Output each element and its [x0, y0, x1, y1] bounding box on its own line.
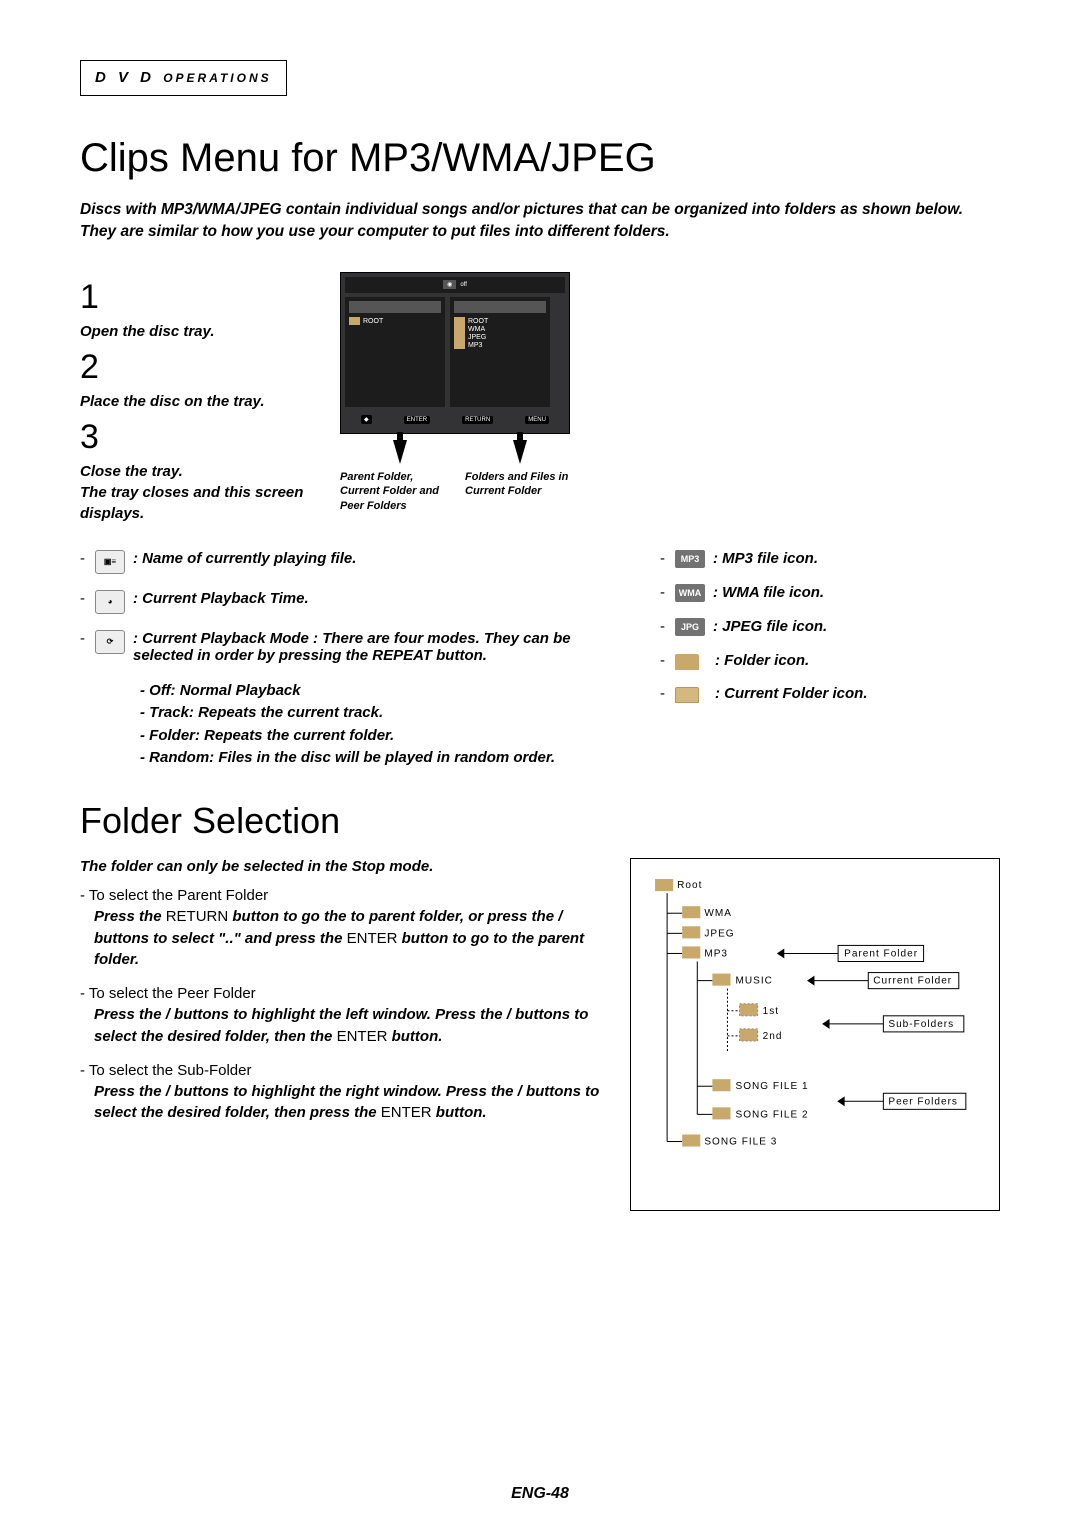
section-title-folder-selection: Folder Selection [80, 800, 1000, 842]
jpg-icon: JPG [675, 618, 705, 636]
legend-playback-mode: - ⟳ : Current Playback Mode : There are … [80, 630, 610, 664]
clock-icon: ◕ [95, 590, 125, 614]
mode-folder: Folder: Repeats the current folder. [140, 725, 610, 748]
legend-folder-icon: - : Folder icon. [660, 652, 1000, 669]
label-peer: Peer Folders [888, 1096, 958, 1107]
tree-svg: Root WMA JPEG MP3 MUSIC 1st 2nd SONG FIL… [647, 875, 989, 1177]
current-folder-icon [675, 687, 699, 703]
wma-icon: WMA [675, 584, 705, 602]
folder-tree-diagram: Root WMA JPEG MP3 MUSIC 1st 2nd SONG FIL… [630, 858, 1000, 1211]
arrow-captions: Parent Folder, Current Folder and Peer F… [340, 470, 580, 513]
caption-left: Parent Folder, Current Folder and Peer F… [340, 470, 455, 513]
tree-mp3: MP3 [704, 948, 728, 959]
tree-sf1: SONG FILE 1 [736, 1081, 809, 1092]
tree-root: Root [677, 880, 702, 891]
ui-screenshot: ◉ off ROOT ROOT WMA JPEG MP3 ◆ ENTER [340, 272, 570, 434]
stop-mode-note: The folder can only be selected in the S… [80, 858, 600, 875]
legend-playing-file: - ▣≡ : Name of currently playing file. [80, 550, 610, 574]
playing-file-icon: ▣≡ [95, 550, 125, 574]
tree-1st: 1st [763, 1006, 779, 1017]
label-sub: Sub-Folders [888, 1019, 954, 1030]
mode-random: Random: Files in the disc will be played… [140, 747, 610, 770]
playback-mode-list: Off: Normal Playback Track: Repeats the … [140, 680, 610, 770]
step-1-desc: Open the disc tray. [80, 321, 310, 342]
arrows-row [340, 440, 580, 464]
legend-wma-icon: - WMA : WMA file icon. [660, 584, 1000, 602]
parent-folder-group: To select the Parent Folder Press the RE… [80, 887, 600, 971]
screen-left-pane: ROOT [345, 297, 445, 407]
step-3-number: 3 [80, 418, 310, 457]
screen-bottom-bar: ◆ ENTER RETURN MENU [345, 411, 565, 429]
page-title: Clips Menu for MP3/WMA/JPEG [80, 136, 1000, 181]
folder-icon [675, 654, 699, 670]
folder-selection-text: The folder can only be selected in the S… [80, 858, 600, 1211]
folder-selection-row: The folder can only be selected in the S… [80, 858, 1000, 1211]
tree-wma: WMA [704, 908, 732, 919]
steps-column: 1 Open the disc tray. 2 Place the disc o… [80, 272, 310, 524]
peer-folder-title: To select the Peer Folder [94, 985, 600, 1002]
screen-column: ◉ off ROOT ROOT WMA JPEG MP3 ◆ ENTER [340, 272, 580, 513]
arrow-down-icon [513, 440, 527, 464]
header-text: D V D OPERATIONS [95, 69, 272, 86]
sub-folder-group: To select the Sub-Folder Press the / but… [80, 1062, 600, 1125]
intro-paragraph: Discs with MP3/WMA/JPEG contain individu… [80, 199, 1000, 244]
legend-current-folder-icon: - : Current Folder icon. [660, 685, 1000, 702]
page-number: ENG-48 [511, 1485, 569, 1503]
tree-sf3: SONG FILE 3 [704, 1136, 777, 1147]
step-2-number: 2 [80, 348, 310, 387]
screen-top-bar: ◉ off [345, 277, 565, 293]
repeat-icon: ⟳ [95, 630, 125, 654]
step-3-desc: Close the tray. The tray closes and this… [80, 461, 310, 524]
steps-and-screen: 1 Open the disc tray. 2 Place the disc o… [80, 272, 1000, 524]
peer-folder-body: Press the / buttons to highlight the lef… [94, 1004, 600, 1048]
legend-right-column: - MP3 : MP3 file icon. - WMA : WMA file … [660, 550, 1000, 770]
legend-jpeg-icon: - JPG : JPEG file icon. [660, 618, 1000, 636]
legend-mp3-icon: - MP3 : MP3 file icon. [660, 550, 1000, 568]
mode-off: Off: Normal Playback [140, 680, 610, 703]
sub-folder-body: Press the / buttons to highlight the rig… [94, 1081, 600, 1125]
section-header: D V D OPERATIONS [80, 60, 287, 96]
label-parent: Parent Folder [844, 948, 918, 959]
label-current: Current Folder [873, 976, 952, 987]
screen-right-pane: ROOT WMA JPEG MP3 [450, 297, 550, 407]
parent-folder-title: To select the Parent Folder [94, 887, 600, 904]
parent-folder-body: Press the RETURN button to go the to par… [94, 906, 600, 971]
legend-left-column: - ▣≡ : Name of currently playing file. -… [80, 550, 610, 770]
caption-right: Folders and Files in Current Folder [465, 470, 580, 513]
legend-area: - ▣≡ : Name of currently playing file. -… [80, 550, 1000, 770]
mp3-icon: MP3 [675, 550, 705, 568]
sub-folder-title: To select the Sub-Folder [94, 1062, 600, 1079]
step-1-number: 1 [80, 278, 310, 317]
step-2-desc: Place the disc on the tray. [80, 391, 310, 412]
arrow-down-icon [393, 440, 407, 464]
mode-track: Track: Repeats the current track. [140, 702, 610, 725]
peer-folder-group: To select the Peer Folder Press the / bu… [80, 985, 600, 1048]
tree-sf2: SONG FILE 2 [736, 1109, 809, 1120]
tree-jpeg: JPEG [704, 928, 734, 939]
tree-2nd: 2nd [763, 1031, 783, 1042]
legend-playback-time: - ◕ : Current Playback Time. [80, 590, 610, 614]
tree-music: MUSIC [736, 976, 773, 987]
